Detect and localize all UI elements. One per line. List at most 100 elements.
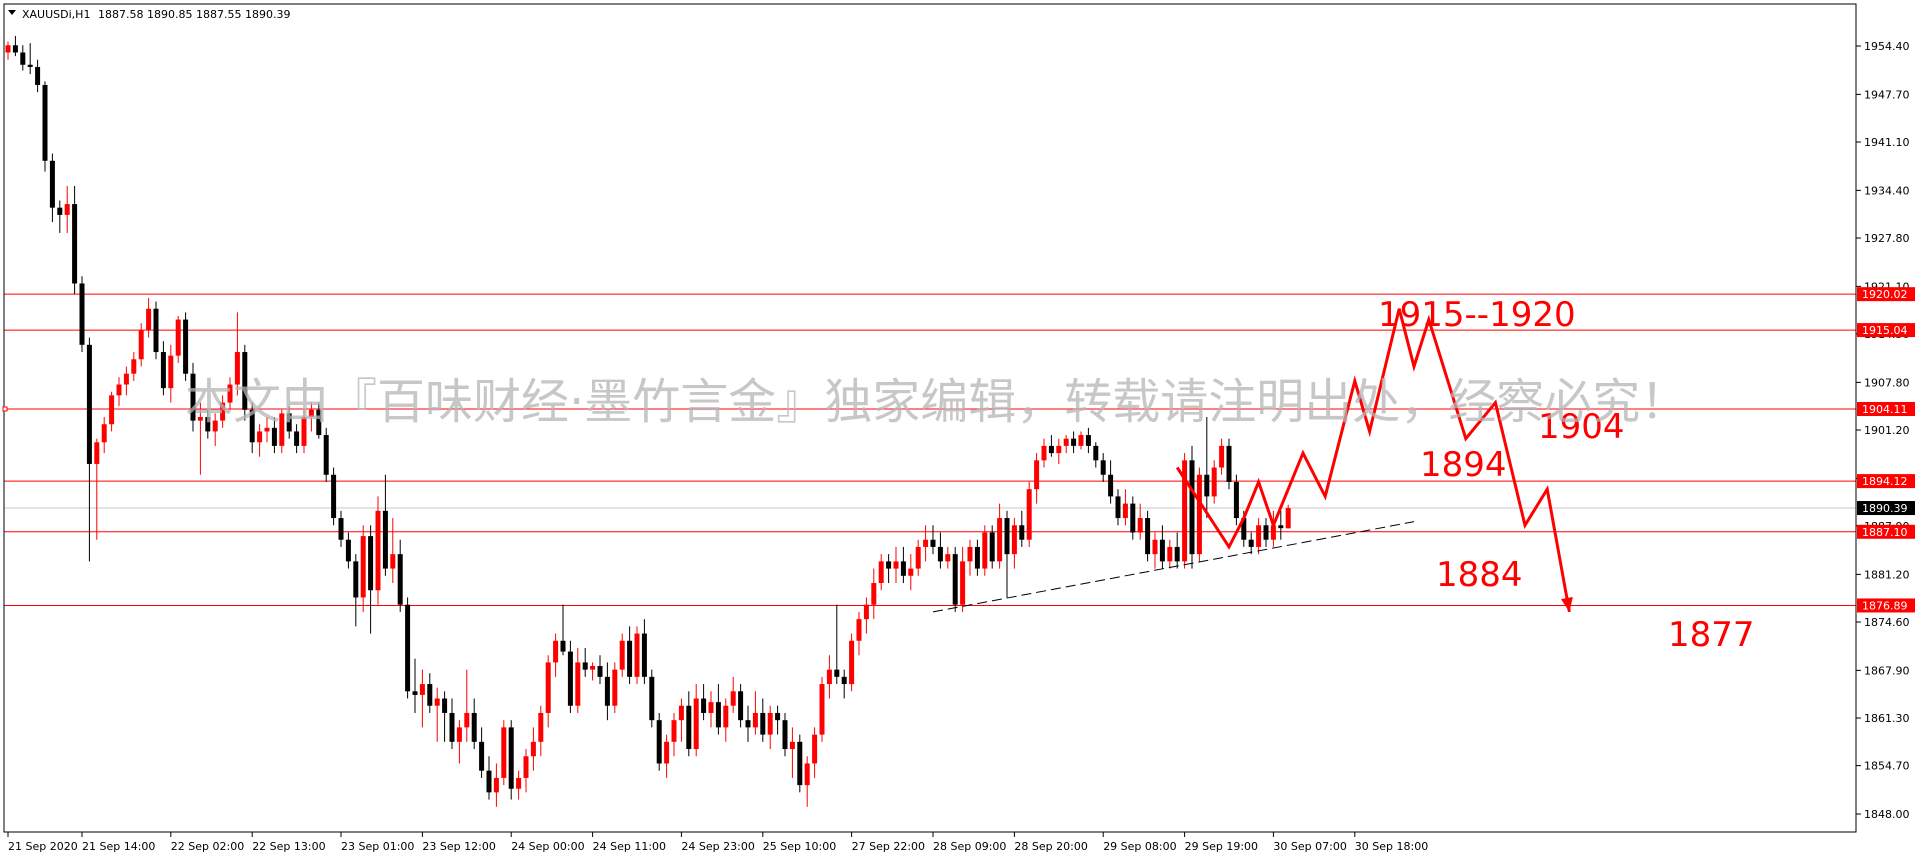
x-tick-label: 29 Sep 19:00: [1185, 840, 1258, 853]
candle-body: [101, 424, 107, 443]
candle-body: [353, 561, 359, 598]
candle-body: [72, 204, 78, 284]
candle-body: [886, 561, 892, 569]
candle-body: [937, 546, 943, 562]
candle-body: [464, 712, 470, 728]
candle-body: [797, 741, 803, 786]
candle-body: [945, 554, 951, 562]
candle-body: [1196, 474, 1202, 555]
candle-body: [930, 539, 936, 547]
candle-body: [708, 702, 714, 713]
x-tick-label: 28 Sep 09:00: [933, 840, 1006, 853]
candle-body: [1285, 508, 1291, 529]
candle-body: [789, 741, 795, 750]
candle-body: [974, 546, 980, 569]
forecast-label: 1915--1920: [1378, 295, 1576, 335]
candle-body: [449, 712, 455, 742]
candle-body: [94, 442, 100, 464]
candle-body: [1019, 525, 1025, 540]
x-tick-label: 28 Sep 20:00: [1014, 840, 1087, 853]
candle-body: [775, 712, 781, 721]
candle-body: [575, 662, 581, 706]
candle-body: [501, 727, 507, 778]
candle-body: [1130, 503, 1136, 533]
candle-body: [826, 669, 832, 685]
x-tick-label: 21 Sep 14:00: [82, 840, 155, 853]
candle-body: [153, 308, 159, 353]
candle-body: [345, 539, 351, 562]
candle-body: [175, 319, 181, 356]
candle-body: [168, 355, 174, 389]
candle-body: [908, 568, 914, 576]
candle-body: [382, 510, 388, 569]
candle-body: [338, 518, 344, 540]
level-anchor-icon[interactable]: [2, 406, 8, 412]
candle-body: [952, 554, 958, 605]
candle-body: [116, 384, 122, 396]
candle-body: [590, 666, 596, 670]
y-tick-label: 1941.10: [1864, 136, 1910, 149]
candle-body: [967, 546, 973, 562]
candle-body: [915, 546, 921, 569]
candle-body: [427, 684, 433, 706]
candle-body: [641, 633, 647, 677]
candle-body: [1263, 525, 1269, 540]
candle-body: [1122, 503, 1128, 519]
candle-body: [1226, 445, 1232, 482]
candle-body: [1056, 445, 1062, 454]
candle-body: [146, 308, 152, 331]
y-tick-label: 1861.30: [1864, 712, 1910, 725]
candle-body: [20, 52, 26, 65]
candle-body: [723, 705, 729, 728]
candle-body: [1152, 539, 1158, 555]
x-tick-label: 22 Sep 02:00: [171, 840, 244, 853]
candle-body: [619, 640, 625, 670]
candle-body: [612, 669, 618, 706]
x-tick-label: 27 Sep 22:00: [852, 840, 925, 853]
candle-body: [331, 474, 337, 519]
x-tick-label: 30 Sep 07:00: [1273, 840, 1346, 853]
price-chart[interactable]: 1915--19201904189418841877 1954.401947.7…: [0, 0, 1920, 858]
candle-body: [863, 604, 869, 620]
candle-body: [545, 662, 551, 713]
candle-body: [456, 727, 462, 742]
ohlc-readout: 1887.58 1890.85 1887.55 1890.39: [98, 8, 290, 21]
candle-body: [1219, 445, 1225, 468]
chart-window[interactable]: 1915--1920 1904 1894 1884 1877 1954.40 1947.7…: [0, 0, 1920, 858]
candle-body: [1063, 438, 1069, 446]
candle-body: [397, 554, 403, 605]
candle-body: [1159, 539, 1165, 562]
level-tag-label: 1894.12: [1862, 475, 1908, 488]
candle-body: [1174, 546, 1180, 562]
x-tick-label: 22 Sep 13:00: [252, 840, 325, 853]
candle-body: [1167, 546, 1173, 562]
y-tick-label: 1947.70: [1864, 88, 1910, 101]
forecast-label: 1884: [1436, 555, 1523, 595]
candle-body: [656, 720, 662, 764]
candle-body: [530, 741, 536, 757]
forecast-label: 1877: [1668, 615, 1755, 655]
candle-body: [1078, 435, 1084, 446]
candle-body: [553, 640, 559, 663]
candle-body: [471, 712, 477, 742]
candle-body: [849, 640, 855, 685]
candle-body: [434, 698, 440, 706]
candle-body: [1041, 445, 1047, 461]
x-tick-label: 24 Sep 11:00: [593, 840, 666, 853]
candle-body: [109, 395, 115, 425]
candle-body: [1093, 445, 1099, 461]
candle-body: [1211, 467, 1217, 497]
candle-body: [131, 359, 137, 374]
candle-body: [686, 705, 692, 750]
y-tick-label: 1901.20: [1864, 424, 1910, 437]
candle-body: [523, 756, 529, 778]
candle-body: [923, 539, 929, 547]
candle-body: [538, 712, 544, 742]
candle-body: [982, 532, 988, 569]
candle-body: [693, 698, 699, 750]
candle-body: [597, 666, 603, 677]
candle-body: [1085, 435, 1091, 446]
candle-body: [1278, 525, 1284, 529]
x-tick-label: 29 Sep 08:00: [1103, 840, 1176, 853]
candle-body: [360, 536, 366, 598]
